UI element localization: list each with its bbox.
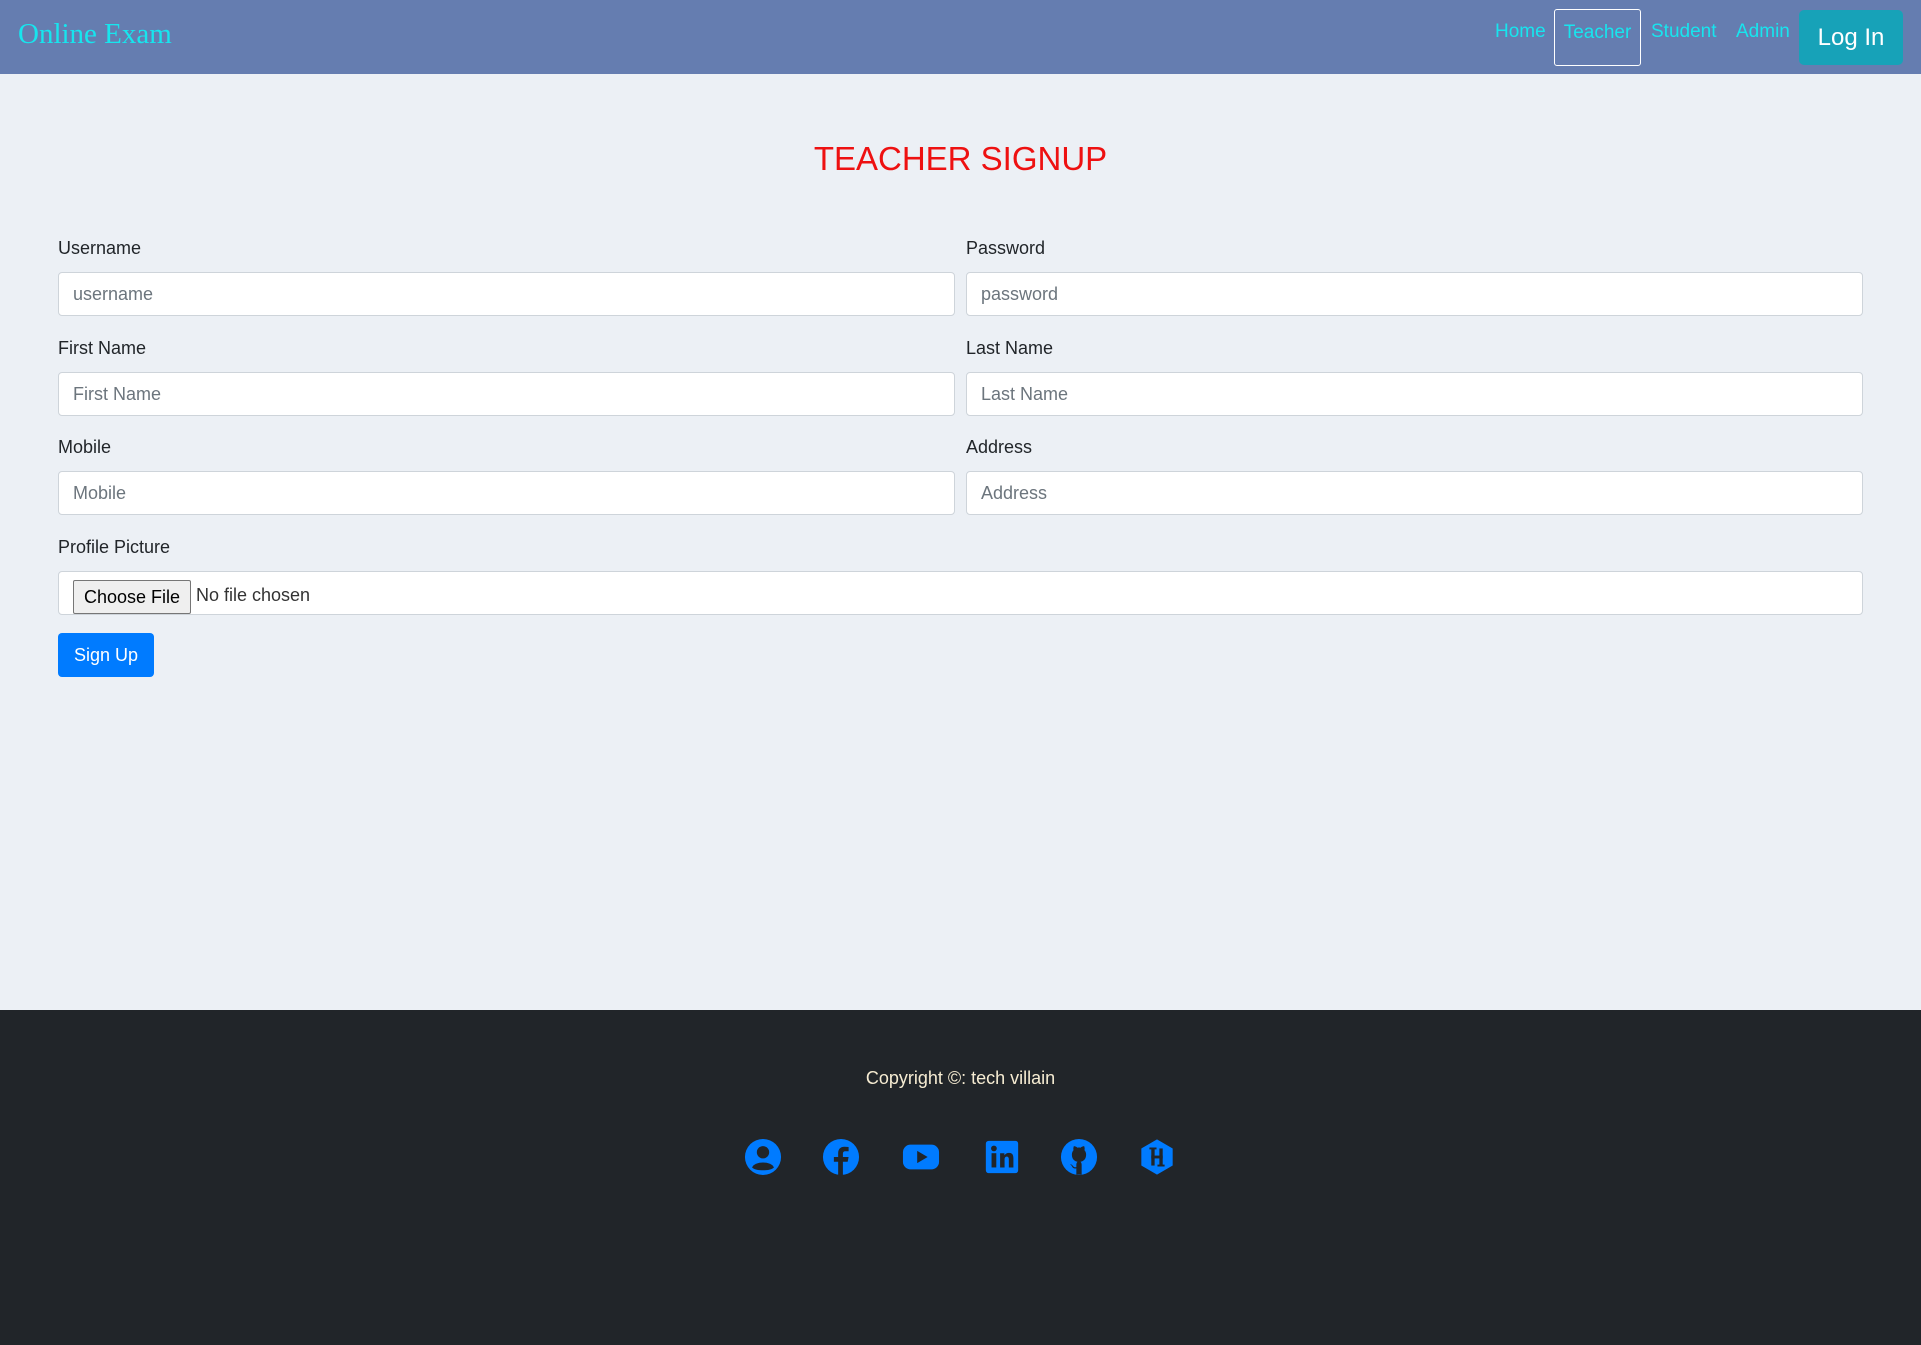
profile-picture-file-input[interactable]: Choose File No file chosen bbox=[58, 571, 1863, 615]
nav-link-home[interactable]: Home bbox=[1495, 21, 1546, 43]
file-status-text: No file chosen bbox=[196, 585, 311, 605]
github-icon[interactable] bbox=[1060, 1138, 1098, 1176]
mobile-label: Mobile bbox=[58, 437, 112, 457]
password-input[interactable] bbox=[966, 272, 1863, 316]
nav-link-student[interactable]: Student bbox=[1651, 21, 1717, 43]
password-label: Password bbox=[966, 238, 1046, 258]
last-name-input[interactable] bbox=[966, 372, 1863, 416]
youtube-icon[interactable] bbox=[902, 1138, 940, 1176]
navbar: Online Exam Home Teacher Student Admin L… bbox=[0, 0, 1921, 74]
first-name-input[interactable] bbox=[58, 372, 955, 416]
footer: Copyright ©: tech villain bbox=[0, 1010, 1921, 1345]
address-input[interactable] bbox=[966, 471, 1863, 515]
username-label: Username bbox=[58, 238, 142, 258]
username-input[interactable] bbox=[58, 272, 955, 316]
choose-file-button[interactable]: Choose File bbox=[73, 580, 191, 614]
hackerrank-icon[interactable] bbox=[1138, 1138, 1176, 1176]
brand-logo[interactable]: Online Exam bbox=[18, 18, 172, 51]
login-button[interactable]: Log In bbox=[1799, 10, 1903, 65]
linkedin-icon[interactable] bbox=[983, 1138, 1021, 1176]
sign-up-button[interactable]: Sign Up bbox=[58, 633, 154, 677]
user-circle-icon[interactable] bbox=[744, 1138, 782, 1176]
last-name-label: Last Name bbox=[966, 338, 1054, 358]
page-title: TEACHER SIGNUP bbox=[813, 140, 1108, 177]
first-name-label: First Name bbox=[58, 338, 147, 358]
facebook-icon[interactable] bbox=[822, 1138, 860, 1176]
nav-link-teacher[interactable]: Teacher bbox=[1554, 9, 1641, 66]
address-label: Address bbox=[966, 437, 1033, 457]
nav-link-admin[interactable]: Admin bbox=[1736, 21, 1790, 43]
profile-picture-label: Profile Picture bbox=[58, 537, 171, 557]
copyright-text: Copyright ©: tech villain bbox=[865, 1068, 1056, 1088]
mobile-input[interactable] bbox=[58, 471, 955, 515]
